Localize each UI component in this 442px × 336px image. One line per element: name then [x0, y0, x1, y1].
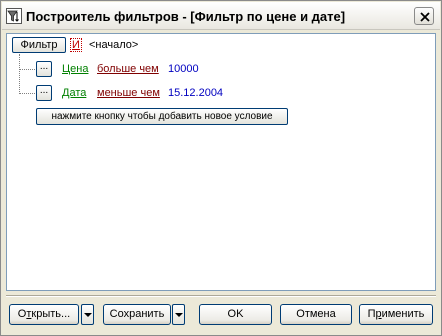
open-button[interactable]: Открыть...: [9, 304, 79, 325]
tree-connector: [19, 93, 35, 94]
footer-separator: [6, 295, 436, 297]
title-bar[interactable]: Построитель фильтров - [Фильтр по цене и…: [2, 2, 440, 30]
open-dropdown-button[interactable]: [81, 304, 94, 325]
condition-operator[interactable]: больше чем: [97, 63, 159, 75]
filter-tree-area[interactable]: Фильтр И <начало> ... Цена больше чем 10…: [6, 33, 436, 291]
apply-button[interactable]: Применить: [359, 304, 433, 325]
filter-root-button[interactable]: Фильтр: [12, 37, 66, 53]
condition-field[interactable]: Дата: [62, 87, 86, 99]
window-title: Построитель фильтров - [Фильтр по цене и…: [26, 9, 346, 24]
logic-operator-and[interactable]: И: [70, 38, 82, 52]
cancel-button[interactable]: Отмена: [280, 304, 352, 325]
apply-label-suffix: именить: [381, 308, 425, 320]
tree-connector-vertical: [19, 54, 20, 94]
condition-field[interactable]: Цена: [62, 63, 88, 75]
dropdown-arrow-icon: [175, 313, 183, 317]
add-condition-button[interactable]: нажмите кнопку чтобы добавить новое усло…: [36, 108, 288, 125]
root-label: <начало>: [89, 39, 139, 51]
save-dropdown-button[interactable]: [172, 304, 185, 325]
condition-value[interactable]: 10000: [168, 63, 199, 75]
close-button[interactable]: [414, 7, 434, 25]
ok-button[interactable]: OK: [199, 304, 272, 325]
save-button[interactable]: Сохранить: [103, 304, 171, 325]
condition-menu-button[interactable]: ...: [36, 61, 52, 77]
condition-menu-button[interactable]: ...: [36, 85, 52, 101]
condition-operator[interactable]: меньше чем: [97, 87, 160, 99]
close-icon: [420, 12, 430, 22]
tree-connector: [19, 69, 35, 70]
dropdown-arrow-icon: [84, 313, 92, 317]
filter-funnel-icon: [6, 8, 22, 24]
condition-value[interactable]: 15.12.2004: [168, 87, 223, 99]
filter-builder-window: Построитель фильтров - [Фильтр по цене и…: [0, 0, 442, 336]
open-label-suffix: крыть...: [31, 308, 71, 320]
